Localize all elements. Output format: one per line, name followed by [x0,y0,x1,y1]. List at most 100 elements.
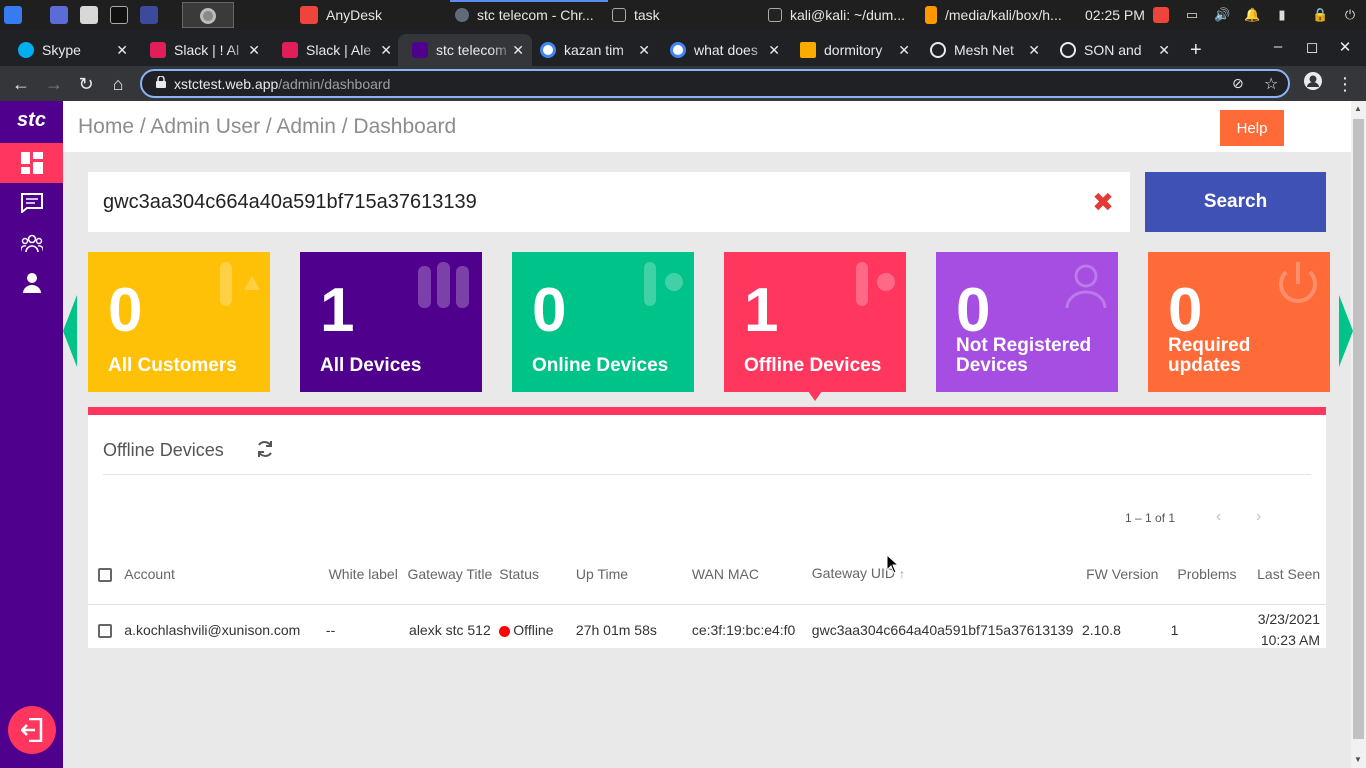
card-all-customers[interactable]: 0 All Customers [88,252,270,392]
clock[interactable]: 02:25 PM [1085,0,1145,30]
volume-icon[interactable]: 🔊 [1214,7,1230,23]
taskbar-terminal[interactable]: kali@kali: ~/dum... [768,0,905,30]
back-arrow-icon[interactable]: ← [8,71,34,97]
close-icon[interactable]: ✕ [116,42,128,59]
column-gateway-title[interactable]: Gateway Title [400,545,500,605]
previous-page-chevron-icon[interactable]: ‹ [1216,508,1221,526]
file-manager-icon[interactable] [80,0,98,30]
chrome-launcher-active[interactable] [182,2,234,28]
logout-button[interactable] [8,706,56,754]
scroll-down-arrow-icon[interactable]: ▼ [1354,755,1362,764]
browser-tab-strip: Skype ✕ Slack | ! Al ✕ Slack | Ale ✕ stc… [0,30,1366,66]
sidebar-item-profile[interactable] [0,263,63,303]
column-account[interactable]: Account [124,545,326,605]
cell-problems[interactable]: 1 [1163,604,1252,656]
minimize-window-icon[interactable]: – [1268,38,1288,55]
tab-mesh-net[interactable]: Mesh Net ✕ [916,34,1048,66]
anydesk-tray-icon[interactable] [1153,7,1169,23]
bookmark-star-icon[interactable]: ☆ [1264,74,1278,94]
display-icon[interactable]: ▭ [1184,7,1200,23]
browser-menu-icon[interactable]: ⋮ [1332,71,1358,97]
home-icon[interactable]: ⌂ [105,71,131,97]
terminal-launcher-icon[interactable] [110,0,128,30]
page-scrollbar[interactable]: ▲ ▼ [1351,101,1366,768]
forward-arrow-icon[interactable]: → [41,71,67,97]
column-up-time[interactable]: Up Time [575,545,692,605]
tab-slack-2[interactable]: Slack | Ale ✕ [268,34,400,66]
cell-gateway-uid[interactable]: gwc3aa304c664a40a591bf715a37613139 [812,604,1082,656]
card-label: Offline Devices [744,355,882,376]
lock-screen-icon[interactable]: 🔒 [1312,7,1328,23]
search-button[interactable]: Search [1145,172,1326,232]
taskbar-anydesk[interactable]: AnyDesk [300,0,382,30]
close-icon[interactable]: ✕ [512,42,524,59]
refresh-icon[interactable] [256,440,274,463]
column-problems[interactable]: Problems [1162,545,1252,605]
card-offline-devices[interactable]: 1 Offline Devices [724,252,906,392]
carousel-prev-arrow[interactable] [63,295,77,367]
maximize-window-icon[interactable]: ◻ [1302,38,1322,56]
stc-logo[interactable]: stc [0,109,63,132]
help-button[interactable]: Help [1220,110,1284,146]
search-box: ✖ [88,172,1130,232]
new-tab-plus-icon[interactable]: + [1182,34,1212,66]
show-desktop-icon[interactable] [50,0,68,30]
tab-title: SON and [1084,42,1142,58]
cell-gateway-title: alexk stc 512 [409,622,491,639]
profile-avatar-icon[interactable] [1300,71,1326,97]
select-all-checkbox[interactable] [98,568,112,583]
close-icon[interactable]: ✕ [380,42,392,59]
taskbar-chrome-window[interactable]: stc telecom - Chr... [455,0,594,30]
close-icon[interactable]: ✕ [638,42,650,59]
breadcrumb[interactable]: Home / Admin User / Admin / Dashboard [78,115,456,139]
card-count: 0 [956,276,991,345]
battery-icon[interactable]: ▮ [1274,7,1290,23]
tab-what-does[interactable]: what does ✕ [656,34,788,66]
clear-search-icon[interactable]: ✖ [1091,189,1115,215]
search-input[interactable] [88,172,1088,232]
taskbar-files[interactable]: /media/kali/box/h... [925,0,1062,30]
scroll-up-arrow-icon[interactable]: ▲ [1354,104,1362,113]
table-row[interactable]: a.kochlashvili@xunison.com -- alexk stc … [88,604,1326,656]
close-icon[interactable]: ✕ [248,42,260,59]
tab-skype[interactable]: Skype ✕ [4,34,136,66]
card-online-devices[interactable]: 0 Online Devices [512,252,694,392]
column-gateway-uid[interactable]: Gateway UID ↑ [811,545,1082,605]
tab-slack-1[interactable]: Slack | ! Al ✕ [136,34,268,66]
sidebar-item-messages[interactable] [0,183,63,223]
carousel-next-arrow[interactable] [1339,295,1353,367]
card-all-devices[interactable]: 1 All Devices [300,252,482,392]
sidebar-item-groups[interactable] [0,223,63,263]
taskbar-task[interactable]: task [612,0,660,30]
url-path: /admin/dashboard [278,76,391,92]
blocked-content-icon[interactable]: ⊘ [1232,75,1244,92]
next-page-chevron-icon[interactable]: › [1256,508,1261,526]
notification-bell-icon[interactable]: 🔔 [1244,7,1260,23]
column-wan-mac[interactable]: WAN MAC [691,545,812,605]
column-fw-version[interactable]: FW Version [1081,545,1163,605]
row-checkbox[interactable] [98,624,112,639]
scrollbar-thumb[interactable] [1353,119,1364,739]
tab-son[interactable]: SON and ✕ [1046,34,1178,66]
close-icon[interactable]: ✕ [898,42,910,59]
column-white-label[interactable]: White label [325,545,401,605]
reload-icon[interactable]: ↻ [73,71,99,97]
tab-stc-telecom[interactable]: stc telecom ✕ [398,34,532,66]
close-icon[interactable]: ✕ [1158,42,1170,59]
column-last-seen[interactable]: Last Seen [1251,545,1326,605]
cell-account[interactable]: a.kochlashvili@xunison.com [124,604,326,656]
close-icon[interactable]: ✕ [1028,42,1040,59]
close-window-icon[interactable]: ✕ [1335,38,1355,56]
tab-dormitory[interactable]: dormitory ✕ [786,34,918,66]
column-status[interactable]: Status [499,545,576,605]
screen-recorder-icon[interactable] [140,0,158,30]
card-not-registered-devices[interactable]: 0 Not Registered Devices [936,252,1118,392]
sidebar-item-dashboard[interactable] [0,143,63,183]
close-icon[interactable]: ✕ [768,42,780,59]
card-required-updates[interactable]: 0 Required updates [1148,252,1330,392]
kali-menu-icon[interactable] [4,0,22,30]
lock-icon[interactable] [156,76,166,88]
tab-kazan[interactable]: kazan tim ✕ [526,34,658,66]
power-icon[interactable]: ⏻ [1342,7,1358,23]
address-bar[interactable]: xstctest.web.app/admin/dashboard ⊘ ☆ [140,69,1290,98]
